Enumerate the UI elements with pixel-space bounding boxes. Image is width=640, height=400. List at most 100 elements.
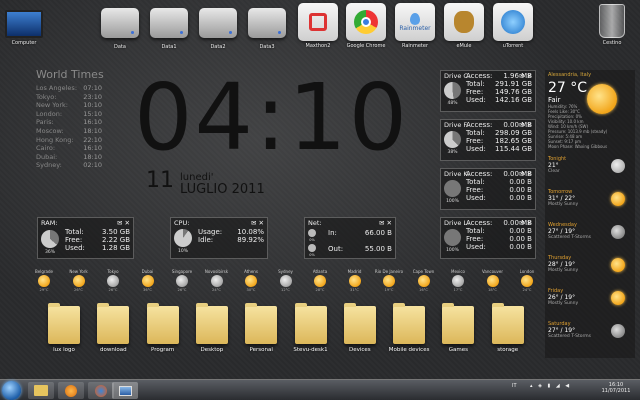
- desktop-folder[interactable]: Program: [142, 303, 184, 353]
- desktop-icon-data2[interactable]: Data2: [194, 4, 242, 50]
- weather-sun-icon: [587, 84, 617, 114]
- drive-used: 0.00 B: [509, 194, 532, 202]
- taskbar-explorer-button[interactable]: [28, 382, 54, 399]
- start-button[interactable]: [2, 381, 21, 400]
- desktop-folder[interactable]: Stevu-desk1: [290, 303, 332, 353]
- city-name: Belgrade: [35, 269, 53, 274]
- world-time-value: 16:10: [83, 144, 102, 153]
- city-weather: Sydney 12°C: [269, 269, 303, 292]
- net-widget: Net: ✉ ✕ 0% 0% In: 66.00 B Out: 55.00 B: [304, 217, 396, 259]
- forecast-day: Saturday 27° / 19° Scattered T-Storms: [548, 321, 591, 339]
- world-times-widget: World Times Los Angeles: 07:10 Tokyo: 23:10…: [36, 68, 104, 170]
- desktop-icon-maxthon2[interactable]: Maxthon2: [294, 3, 342, 49]
- drive-title: Drive: [444, 121, 462, 129]
- tray-clock[interactable]: 16:10 11/07/2011: [600, 382, 632, 394]
- tray-icons[interactable]: ▴ ◈ ▮ ◢ ◀: [530, 383, 571, 389]
- drive-icon: [150, 8, 188, 38]
- city-weather: Cape Town 16°C: [407, 269, 441, 292]
- sun-icon: [486, 275, 499, 287]
- moon-icon: [611, 159, 625, 173]
- weather-location: Alessandria, Italy: [548, 72, 592, 78]
- drive-pct: 48%: [447, 101, 458, 106]
- drive-used-label: Used:: [466, 243, 486, 251]
- desktop-icon-computer[interactable]: Computer: [0, 4, 48, 46]
- taskbar-media-button[interactable]: [58, 382, 84, 399]
- city-temp: 36°C: [143, 288, 152, 292]
- ram-pct: 36%: [44, 250, 55, 255]
- cpu-title: CPU:: [174, 219, 190, 227]
- desktop-icon-recycle-bin[interactable]: Cestino: [588, 2, 636, 46]
- city-weather: Singapore 26°C: [165, 269, 199, 292]
- desktop-folder[interactable]: Mobile devices: [388, 303, 430, 353]
- cloud-icon: [279, 275, 292, 287]
- widget-controls-icon[interactable]: ✉ ✕: [251, 219, 264, 227]
- widget-controls-icon[interactable]: ✉ ✕: [379, 219, 392, 227]
- desktop-folder[interactable]: Devices: [339, 303, 381, 353]
- world-time-value: 18:10: [83, 152, 102, 161]
- net-in-pct: 0%: [309, 238, 315, 242]
- desktop-icon-utorrent[interactable]: uTorrent: [489, 3, 537, 49]
- desktop-icon-rainmeter[interactable]: Rainmeter Rainmeter: [391, 3, 439, 49]
- sun-icon: [314, 275, 326, 287]
- ram-used-label: Used:: [65, 244, 85, 252]
- city-name: Vancouver: [481, 269, 504, 274]
- city-name: Athens: [244, 269, 258, 274]
- sun-icon: [72, 275, 85, 287]
- desktop-icon-label: Cestino: [602, 40, 622, 46]
- net-out-pie-icon: 0%: [308, 244, 316, 257]
- widget-controls-icon[interactable]: ✉ ✕: [117, 219, 130, 227]
- taskbar-firefox-button[interactable]: [88, 382, 114, 399]
- city-name: Cape Town: [412, 269, 435, 274]
- desktop-icon-label: Computer: [11, 40, 37, 46]
- city-temp: 18°C: [488, 288, 497, 292]
- drive-icon: [199, 8, 237, 38]
- drive-icon: [248, 8, 286, 38]
- weather-widget: Alessandria, Italy 27 °C Fair Humidity: …: [545, 70, 635, 358]
- desktop-icon-label: Rainmeter: [401, 43, 429, 49]
- drive-access: 1.96 MB: [503, 72, 532, 80]
- desktop-icon-chrome[interactable]: Google Chrome: [342, 3, 390, 49]
- drive-widget: Drive L: ✉ ✕ 100% Access: 0.00 MB Total: 0.00 …: [440, 217, 536, 259]
- desktop-folder[interactable]: storage: [487, 303, 529, 353]
- drive-pct: 38%: [447, 150, 458, 155]
- net-in: 66.00 B: [364, 229, 392, 237]
- tray-language[interactable]: IT: [512, 383, 517, 389]
- folder-label: Mobile devices: [388, 347, 430, 353]
- city-weather: Belgrade 29°C: [27, 269, 61, 292]
- desktop-folder[interactable]: Desktop: [191, 303, 233, 353]
- forecast-day: Tomorrow 31° / 22° Mostly Sunny: [548, 189, 578, 207]
- city-name: Tokyo: [107, 269, 119, 274]
- chrome-icon: [346, 3, 386, 41]
- ram-free-label: Free:: [65, 236, 83, 244]
- drive-used: 0.00 B: [509, 243, 532, 251]
- drive-title: Drive: [444, 219, 462, 227]
- taskbar-window-button[interactable]: [112, 382, 138, 399]
- forecast-condition: Scattered T-Storms: [548, 334, 592, 339]
- forecast-temp: 27° / 19°: [548, 327, 576, 334]
- desktop-folder[interactable]: download: [92, 303, 134, 353]
- desktop-icon-emule[interactable]: eMule: [440, 3, 488, 49]
- cloud-icon: [210, 275, 223, 287]
- forecast-day: Thursday 28° / 19° Mostly Sunny: [548, 255, 578, 273]
- drive-free-label: Free:: [466, 88, 484, 96]
- taskbar: IT ▴ ◈ ▮ ◢ ◀ 16:10 11/07/2011: [0, 379, 640, 400]
- cpu-usage-label: Usage:: [198, 228, 223, 236]
- sun-icon: [348, 275, 361, 287]
- world-time-city: Tokyo:: [36, 92, 57, 101]
- cpu-usage: 10.08%: [237, 228, 264, 236]
- sun-icon: [417, 275, 430, 287]
- sun-icon: [38, 275, 50, 287]
- forecast-temp: 21°: [548, 162, 559, 169]
- ram-free: 2.22 GB: [101, 236, 130, 244]
- desktop-folder[interactable]: lux logo: [43, 303, 85, 353]
- desktop-folder[interactable]: Personal: [240, 303, 282, 353]
- folder-label: Stevu-desk1: [293, 347, 328, 353]
- desktop-icon-data3[interactable]: Data3: [243, 4, 291, 50]
- forecast-condition: Mostly Sunny: [548, 202, 579, 207]
- desktop-folder[interactable]: Games: [437, 303, 479, 353]
- folder-icon: [442, 303, 475, 344]
- desktop-icon-data1[interactable]: Data1: [145, 4, 193, 50]
- desktop-icon-data[interactable]: Data: [96, 4, 144, 50]
- drive-access: 0.00 MB: [503, 219, 532, 227]
- folder-icon: [245, 303, 278, 344]
